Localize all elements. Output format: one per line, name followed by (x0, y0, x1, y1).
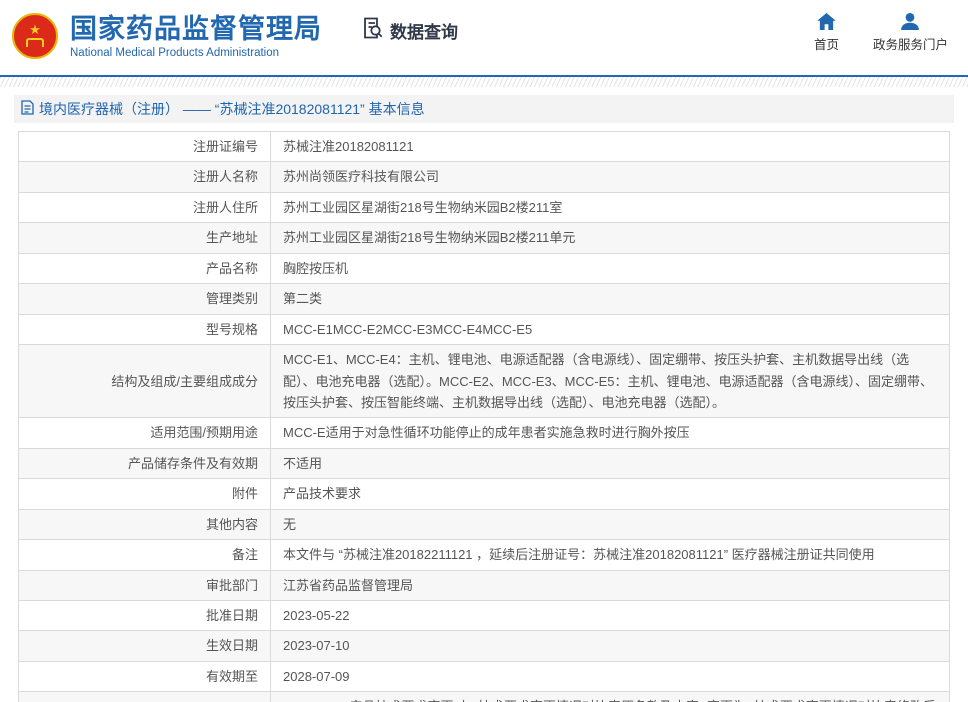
row-value: MCC-E1、MCC-E4：主机、锂电池、电源适配器（含电源线）、固定绷带、按压… (271, 345, 950, 418)
row-label: 注册人名称 (19, 162, 271, 192)
table-row: 批准日期 2023-05-22 (19, 601, 950, 631)
row-value: 无 (271, 509, 950, 539)
table-row: 审批部门 江苏省药品监督管理局 (19, 570, 950, 600)
table-row: 注册人名称 苏州尚领医疗科技有限公司 (19, 162, 950, 192)
header: ★ 国家药品监督管理局 National Medical Products Ad… (0, 0, 968, 75)
row-label: 附件 (19, 479, 271, 509)
row-value: 江苏省药品监督管理局 (271, 570, 950, 600)
row-value: 2028-07-09 (271, 661, 950, 691)
row-value: 第二类 (271, 284, 950, 314)
page-title-bar: 境内医疗器械（注册） —— “苏械注准20182081121” 基本信息 (14, 95, 954, 123)
nav-item-home[interactable]: 首页 (814, 13, 839, 53)
row-value: 苏州尚领医疗科技有限公司 (271, 162, 950, 192)
row-label: 结构及组成/主要组成成分 (19, 345, 271, 418)
document-icon (21, 100, 34, 118)
row-value: 2023-05-22产品技术要求变更 由 “技术要求变更情况对比表原条款及内容”… (271, 692, 950, 702)
page-title: 境内医疗器械（注册） —— “苏械注准20182081121” 基本信息 (39, 99, 425, 119)
row-label: 有效期至 (19, 661, 271, 691)
row-label: 生效日期 (19, 631, 271, 661)
row-label: 产品名称 (19, 253, 271, 283)
row-label: 注册人住所 (19, 192, 271, 222)
table-row: 其他内容 无 (19, 509, 950, 539)
table-row: 生效日期 2023-07-10 (19, 631, 950, 661)
app-title: 数据查询 (360, 15, 458, 46)
table-row: 管理类别 第二类 (19, 284, 950, 314)
row-value: 苏械注准20182081121 (271, 132, 950, 162)
user-icon (901, 13, 919, 30)
row-value: 2023-05-22 (271, 601, 950, 631)
org-name-cn: 国家药品监督管理局 (70, 14, 322, 44)
row-value: 2023-07-10 (271, 631, 950, 661)
nav-item-label: 政务服务门户 (873, 34, 948, 53)
table-row: 适用范围/预期用途 MCC-E适用于对急性循环功能停止的成年患者实施急救时进行胸… (19, 418, 950, 448)
table-row: 产品储存条件及有效期 不适用 (19, 448, 950, 478)
org-identity: 国家药品监督管理局 National Medical Products Admi… (70, 14, 322, 59)
table-row: 产品名称 胸腔按压机 (19, 253, 950, 283)
hatched-band (0, 77, 968, 87)
table-row: 有效期至 2028-07-09 (19, 661, 950, 691)
table-row: 注册人住所 苏州工业园区星湖街218号生物纳米园B2楼211室 (19, 192, 950, 222)
table-row: 结构及组成/主要组成成分 MCC-E1、MCC-E4：主机、锂电池、电源适配器（… (19, 345, 950, 418)
table-row: 注册证编号 苏械注准20182081121 (19, 132, 950, 162)
row-label: 审批部门 (19, 570, 271, 600)
row-value: MCC-E适用于对急性循环功能停止的成年患者实施急救时进行胸外按压 (271, 418, 950, 448)
table-row: 生产地址 苏州工业园区星湖街218号生物纳米园B2楼211单元 (19, 223, 950, 253)
national-emblem-icon: ★ (12, 13, 58, 59)
row-value: 苏州工业园区星湖街218号生物纳米园B2楼211室 (271, 192, 950, 222)
row-label: 管理类别 (19, 284, 271, 314)
row-label: 备注 (19, 540, 271, 570)
row-label: 其他内容 (19, 509, 271, 539)
header-nav: 首页 政务服务门户 (814, 13, 948, 53)
home-icon (817, 13, 836, 30)
row-label: 产品储存条件及有效期 (19, 448, 271, 478)
row-label: 注册证编号 (19, 132, 271, 162)
row-label: 适用范围/预期用途 (19, 418, 271, 448)
row-label: 生产地址 (19, 223, 271, 253)
row-value: 苏州工业园区星湖街218号生物纳米园B2楼211单元 (271, 223, 950, 253)
row-label: 型号规格 (19, 314, 271, 344)
row-value: MCC-E1MCC-E2MCC-E3MCC-E4MCC-E5 (271, 314, 950, 344)
app-title-label: 数据查询 (390, 18, 458, 43)
row-value: 不适用 (271, 448, 950, 478)
row-value: 胸腔按压机 (271, 253, 950, 283)
main-content: 境内医疗器械（注册） —— “苏械注准20182081121” 基本信息 注册证… (0, 87, 968, 702)
data-query-icon (360, 15, 386, 46)
table-row: 附件 产品技术要求 (19, 479, 950, 509)
row-label: 批准日期 (19, 601, 271, 631)
table-row: 备注 本文件与 “苏械注准20182211121 ，延续后注册证号：苏械注准20… (19, 540, 950, 570)
row-value: 产品技术要求 (271, 479, 950, 509)
nav-item-label: 首页 (814, 34, 839, 53)
table-row: 变更情况 2023-05-22产品技术要求变更 由 “技术要求变更情况对比表原条… (19, 692, 950, 702)
registration-info-table: 注册证编号 苏械注准20182081121 注册人名称 苏州尚领医疗科技有限公司… (18, 131, 950, 702)
row-label: 变更情况 (19, 692, 271, 702)
org-name-en: National Medical Products Administration (70, 47, 322, 59)
nav-item-portal[interactable]: 政务服务门户 (873, 13, 948, 53)
table-row: 型号规格 MCC-E1MCC-E2MCC-E3MCC-E4MCC-E5 (19, 314, 950, 344)
row-value: 本文件与 “苏械注准20182211121 ，延续后注册证号：苏械注准20182… (271, 540, 950, 570)
